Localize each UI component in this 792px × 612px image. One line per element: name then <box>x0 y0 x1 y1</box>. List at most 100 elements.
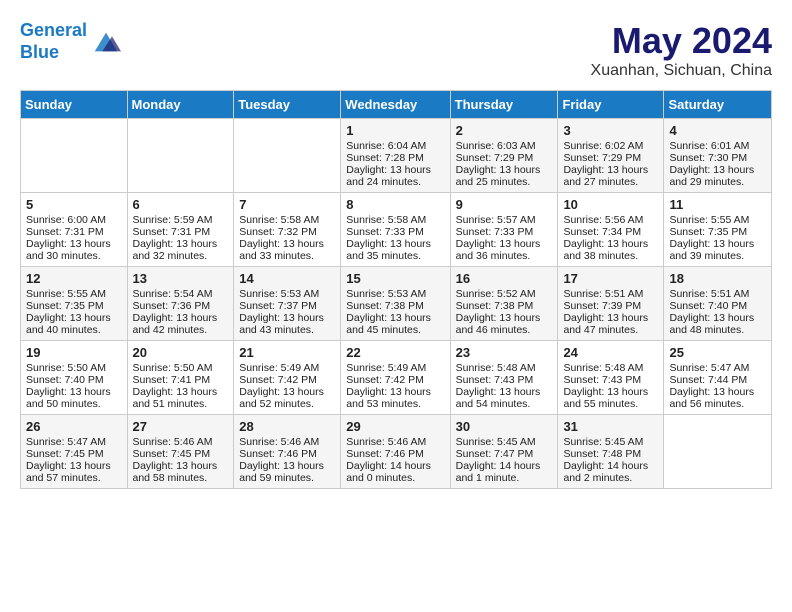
day-info: Sunrise: 5:51 AM <box>563 288 658 300</box>
day-info: Sunrise: 5:56 AM <box>563 214 658 226</box>
location: Xuanhan, Sichuan, China <box>591 62 772 80</box>
day-number: 4 <box>669 123 766 138</box>
calendar-cell: 14Sunrise: 5:53 AMSunset: 7:37 PMDayligh… <box>234 267 341 341</box>
week-row-5: 26Sunrise: 5:47 AMSunset: 7:45 PMDayligh… <box>21 415 772 489</box>
day-info: Sunset: 7:45 PM <box>133 448 229 460</box>
day-info: Sunset: 7:42 PM <box>346 374 444 386</box>
calendar-cell: 2Sunrise: 6:03 AMSunset: 7:29 PMDaylight… <box>450 119 558 193</box>
calendar-cell: 11Sunrise: 5:55 AMSunset: 7:35 PMDayligh… <box>664 193 772 267</box>
calendar-cell: 16Sunrise: 5:52 AMSunset: 7:38 PMDayligh… <box>450 267 558 341</box>
day-info: Sunrise: 5:46 AM <box>239 436 335 448</box>
day-number: 15 <box>346 271 444 286</box>
day-info: Sunrise: 5:55 AM <box>26 288 122 300</box>
day-info: Daylight: 13 hours and 56 minutes. <box>669 386 766 410</box>
day-info: Daylight: 13 hours and 25 minutes. <box>456 164 553 188</box>
day-info: Daylight: 13 hours and 55 minutes. <box>563 386 658 410</box>
day-number: 29 <box>346 419 444 434</box>
day-info: Daylight: 13 hours and 35 minutes. <box>346 238 444 262</box>
calendar-cell: 19Sunrise: 5:50 AMSunset: 7:40 PMDayligh… <box>21 341 128 415</box>
calendar-cell: 26Sunrise: 5:47 AMSunset: 7:45 PMDayligh… <box>21 415 128 489</box>
day-info: Daylight: 14 hours and 0 minutes. <box>346 460 444 484</box>
day-info: Daylight: 13 hours and 36 minutes. <box>456 238 553 262</box>
calendar-cell <box>21 119 128 193</box>
day-info: Sunrise: 5:55 AM <box>669 214 766 226</box>
day-info: Sunset: 7:33 PM <box>456 226 553 238</box>
day-number: 20 <box>133 345 229 360</box>
day-info: Daylight: 13 hours and 39 minutes. <box>669 238 766 262</box>
day-number: 10 <box>563 197 658 212</box>
calendar-cell <box>127 119 234 193</box>
day-number: 28 <box>239 419 335 434</box>
day-info: Sunset: 7:43 PM <box>456 374 553 386</box>
day-info: Sunrise: 5:53 AM <box>239 288 335 300</box>
day-info: Sunrise: 6:01 AM <box>669 140 766 152</box>
day-info: Sunrise: 5:47 AM <box>669 362 766 374</box>
title-block: May 2024 Xuanhan, Sichuan, China <box>591 20 772 80</box>
day-info: Sunrise: 5:58 AM <box>239 214 335 226</box>
day-info: Sunset: 7:46 PM <box>239 448 335 460</box>
day-number: 9 <box>456 197 553 212</box>
day-info: Daylight: 13 hours and 54 minutes. <box>456 386 553 410</box>
calendar-cell: 8 Sunrise: 5:58 AMSunset: 7:33 PMDaylight… <box>341 193 450 267</box>
day-info: Sunset: 7:33 PM <box>346 226 444 238</box>
day-number: 27 <box>133 419 229 434</box>
weekday-header-saturday: Saturday <box>664 91 772 119</box>
day-info: Sunset: 7:32 PM <box>239 226 335 238</box>
calendar-cell: 6Sunrise: 5:59 AMSunset: 7:31 PMDaylight… <box>127 193 234 267</box>
weekday-header-tuesday: Tuesday <box>234 91 341 119</box>
page-header: General Blue May 2024 Xuanhan, Sichuan, … <box>20 20 772 80</box>
calendar-cell <box>664 415 772 489</box>
calendar-cell: 31Sunrise: 5:45 AMSunset: 7:48 PMDayligh… <box>558 415 664 489</box>
day-info: Sunrise: 5:48 AM <box>563 362 658 374</box>
day-info: Sunset: 7:46 PM <box>346 448 444 460</box>
day-info: Daylight: 13 hours and 42 minutes. <box>133 312 229 336</box>
weekday-header-monday: Monday <box>127 91 234 119</box>
day-info: Sunset: 7:30 PM <box>669 152 766 164</box>
weekday-header-thursday: Thursday <box>450 91 558 119</box>
day-info: Daylight: 13 hours and 32 minutes. <box>133 238 229 262</box>
day-info: Sunrise: 6:02 AM <box>563 140 658 152</box>
day-number: 23 <box>456 345 553 360</box>
day-info: Sunrise: 5:49 AM <box>239 362 335 374</box>
day-info: Sunset: 7:29 PM <box>563 152 658 164</box>
day-info: Daylight: 13 hours and 43 minutes. <box>239 312 335 336</box>
calendar-cell <box>234 119 341 193</box>
day-info: Daylight: 13 hours and 50 minutes. <box>26 386 122 410</box>
calendar-cell: 18Sunrise: 5:51 AMSunset: 7:40 PMDayligh… <box>664 267 772 341</box>
day-number: 3 <box>563 123 658 138</box>
calendar-cell: 27Sunrise: 5:46 AMSunset: 7:45 PMDayligh… <box>127 415 234 489</box>
day-number: 24 <box>563 345 658 360</box>
day-info: Sunrise: 5:46 AM <box>346 436 444 448</box>
day-info: Sunset: 7:34 PM <box>563 226 658 238</box>
day-info: Daylight: 13 hours and 47 minutes. <box>563 312 658 336</box>
day-number: 8 <box>346 197 444 212</box>
day-info: Sunrise: 5:54 AM <box>133 288 229 300</box>
day-info: Sunset: 7:40 PM <box>26 374 122 386</box>
day-info: Daylight: 13 hours and 45 minutes. <box>346 312 444 336</box>
calendar-cell: 29 Sunrise: 5:46 AMSunset: 7:46 PMDayligh… <box>341 415 450 489</box>
day-info: Sunrise: 5:57 AM <box>456 214 553 226</box>
day-info: Sunset: 7:43 PM <box>563 374 658 386</box>
day-info: Daylight: 13 hours and 59 minutes. <box>239 460 335 484</box>
day-info: Sunset: 7:31 PM <box>133 226 229 238</box>
calendar-cell: 1Sunrise: 6:04 AMSunset: 7:28 PMDaylight… <box>341 119 450 193</box>
day-number: 16 <box>456 271 553 286</box>
day-number: 21 <box>239 345 335 360</box>
day-info: Daylight: 13 hours and 40 minutes. <box>26 312 122 336</box>
day-info: Sunset: 7:35 PM <box>669 226 766 238</box>
day-info: Sunrise: 5:53 AM <box>346 288 444 300</box>
calendar-cell: 4Sunrise: 6:01 AMSunset: 7:30 PMDaylight… <box>664 119 772 193</box>
day-number: 5 <box>26 197 122 212</box>
calendar-cell: 13Sunrise: 5:54 AMSunset: 7:36 PMDayligh… <box>127 267 234 341</box>
day-info: Sunrise: 5:48 AM <box>456 362 553 374</box>
day-info: Daylight: 13 hours and 27 minutes. <box>563 164 658 188</box>
calendar-cell: 23 Sunrise: 5:48 AMSunset: 7:43 PMDayligh… <box>450 341 558 415</box>
day-info: Daylight: 13 hours and 46 minutes. <box>456 312 553 336</box>
day-number: 6 <box>133 197 229 212</box>
day-info: Sunrise: 6:00 AM <box>26 214 122 226</box>
day-info: Daylight: 13 hours and 38 minutes. <box>563 238 658 262</box>
day-info: Sunrise: 5:58 AM <box>346 214 444 226</box>
day-info: Daylight: 13 hours and 53 minutes. <box>346 386 444 410</box>
day-info: Sunrise: 5:47 AM <box>26 436 122 448</box>
day-info: Sunset: 7:41 PM <box>133 374 229 386</box>
